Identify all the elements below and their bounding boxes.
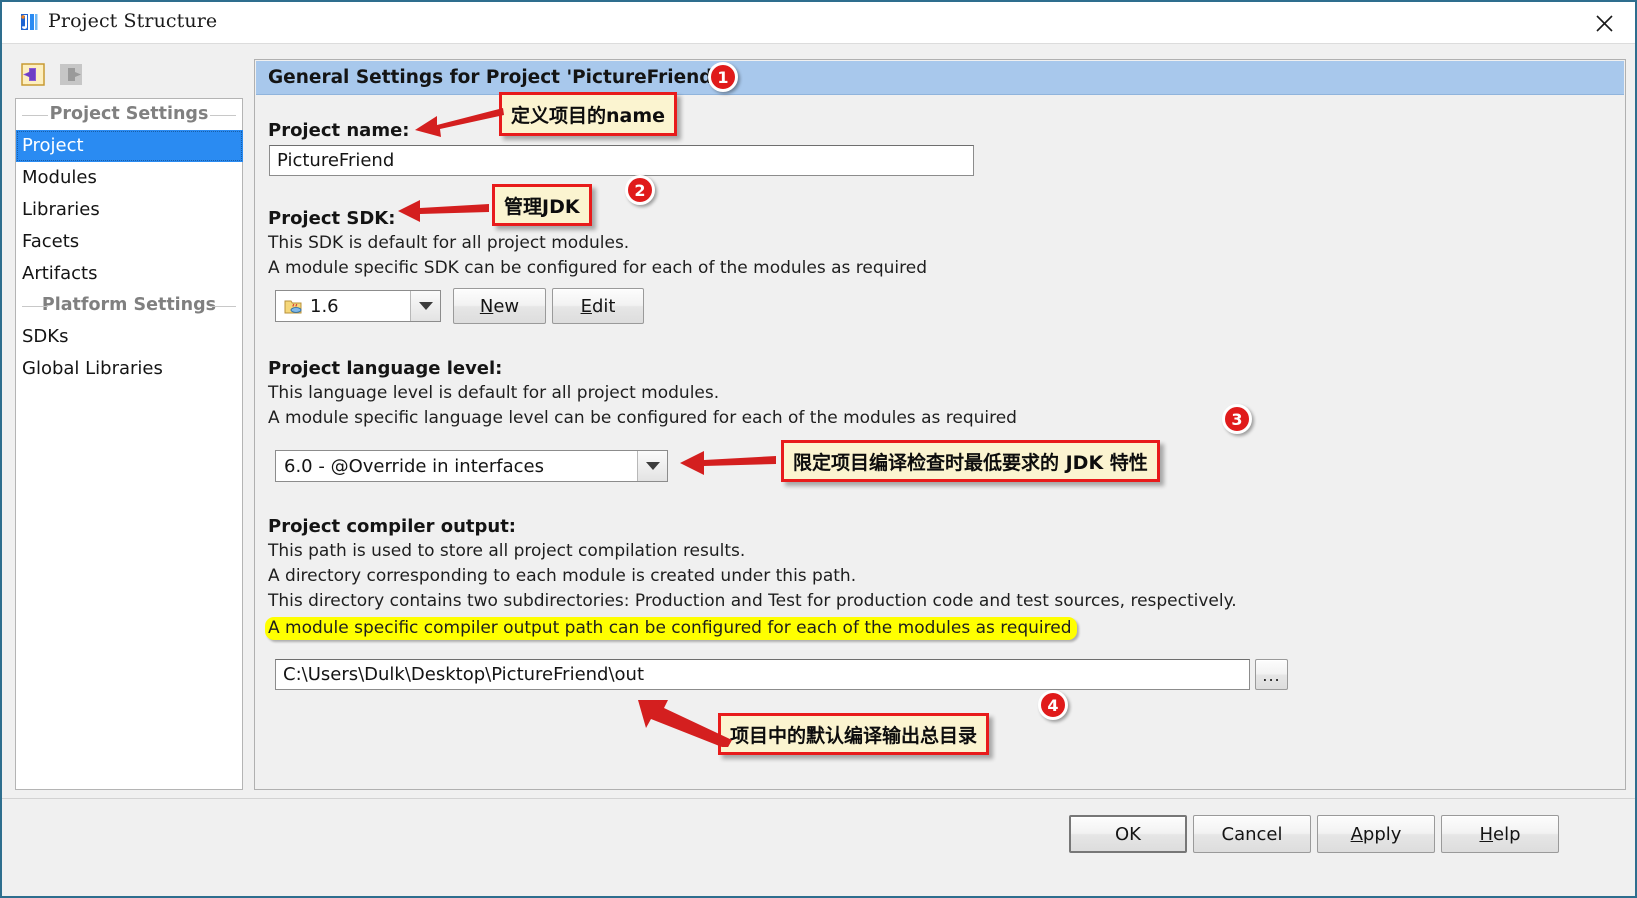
edit-button-mnemonic: E <box>580 295 592 317</box>
annotation-note-4: 项目中的默认编译输出总目录 <box>718 713 990 755</box>
sidebar-item-sdks[interactable]: SDKs <box>16 321 242 353</box>
new-sdk-button[interactable]: New <box>453 288 546 324</box>
java-sdk-icon <box>284 298 303 315</box>
chevron-down-icon[interactable] <box>410 291 440 321</box>
project-sdk-desc-2: A module specific SDK can be configured … <box>268 258 928 278</box>
sidebar-item-modules[interactable]: Modules <box>16 162 242 194</box>
apply-button[interactable]: Apply <box>1317 815 1435 853</box>
project-sdk-value-wrap: 1.6 <box>276 296 410 317</box>
apply-button-mnemonic: A <box>1350 823 1363 845</box>
sidebar-item-facets[interactable]: Facets <box>16 226 242 258</box>
footer-divider <box>2 798 1635 799</box>
help-button-mnemonic: H <box>1479 823 1494 845</box>
annotation-note-1: 定义项目的name <box>499 92 678 136</box>
sidebar-item-global-libraries[interactable]: Global Libraries <box>16 353 242 385</box>
project-sdk-desc-1: This SDK is default for all project modu… <box>268 233 630 253</box>
sidebar-group-project-settings: Project Settings <box>16 99 242 130</box>
compiler-output-desc-1: This path is used to store all project c… <box>268 541 746 561</box>
browse-path-button[interactable]: ... <box>1255 659 1288 690</box>
window-title: Project Structure <box>48 10 218 32</box>
compiler-output-path-input[interactable]: C:\Users\Dulk\Desktop\PictureFriend\out <box>275 659 1250 690</box>
language-level-label: Project language level: <box>268 358 503 379</box>
annotation-note-3: 限定项目编译检查时最低要求的 JDK 特性 <box>781 440 1160 482</box>
language-level-selected-value: 6.0 - @Override in interfaces <box>284 455 544 477</box>
project-name-input[interactable]: PictureFriend <box>269 145 974 176</box>
sidebar-item-artifacts[interactable]: Artifacts <box>16 258 242 290</box>
project-sdk-selected-value: 1.6 <box>310 295 339 317</box>
forward-arrow-icon <box>56 61 86 89</box>
compiler-output-desc-4-highlighted: A module specific compiler output path c… <box>265 617 1077 640</box>
sidebar-item-project[interactable]: Project <box>16 130 243 162</box>
language-level-desc-1: This language level is default for all p… <box>268 383 720 403</box>
project-name-label: Project name: <box>268 120 410 141</box>
annotation-badge-3: 3 <box>1222 404 1252 434</box>
sidebar-group-platform-settings: Platform Settings <box>16 290 242 321</box>
settings-panel: General Settings for Project 'PictureFri… <box>254 59 1626 790</box>
new-button-label-rest: ew <box>493 295 520 317</box>
sidebar-item-libraries[interactable]: Libraries <box>16 194 242 226</box>
edit-button-label-rest: dit <box>591 295 616 317</box>
new-button-mnemonic: N <box>479 295 494 317</box>
help-button[interactable]: Help <box>1441 815 1559 853</box>
help-button-label-rest: elp <box>1493 823 1521 845</box>
edit-sdk-button[interactable]: Edit <box>552 288 644 324</box>
compiler-output-desc-2: A directory corresponding to each module… <box>268 566 857 586</box>
annotation-badge-1: 1 <box>708 62 738 92</box>
compiler-output-label: Project compiler output: <box>268 516 517 537</box>
project-sdk-label: Project SDK: <box>268 208 396 229</box>
back-arrow-icon[interactable] <box>18 61 48 89</box>
apply-button-label-rest: pply <box>1362 823 1402 845</box>
annotation-badge-4: 4 <box>1038 690 1068 720</box>
language-level-combobox[interactable]: 6.0 - @Override in interfaces <box>275 450 668 482</box>
cancel-button[interactable]: Cancel <box>1193 815 1311 853</box>
ok-button[interactable]: OK <box>1069 815 1187 853</box>
language-level-desc-2: A module specific language level can be … <box>268 408 1017 428</box>
title-bar: Project Structure <box>2 2 1635 44</box>
intellij-idea-icon <box>18 11 40 33</box>
project-sdk-combobox[interactable]: 1.6 <box>275 290 441 322</box>
compiler-output-desc-3: This directory contains two subdirectori… <box>268 591 1237 611</box>
close-icon[interactable] <box>1587 9 1621 37</box>
panel-header-title: General Settings for Project 'PictureFri… <box>256 61 1624 95</box>
sidebar-nav: Project Settings Project Modules Librari… <box>15 98 243 790</box>
project-structure-dialog: Project Structure Project Settings Proje… <box>0 0 1637 898</box>
chevron-down-icon[interactable] <box>637 451 667 481</box>
annotation-note-2: 管理JDK <box>492 184 592 226</box>
annotation-badge-2: 2 <box>625 175 655 205</box>
